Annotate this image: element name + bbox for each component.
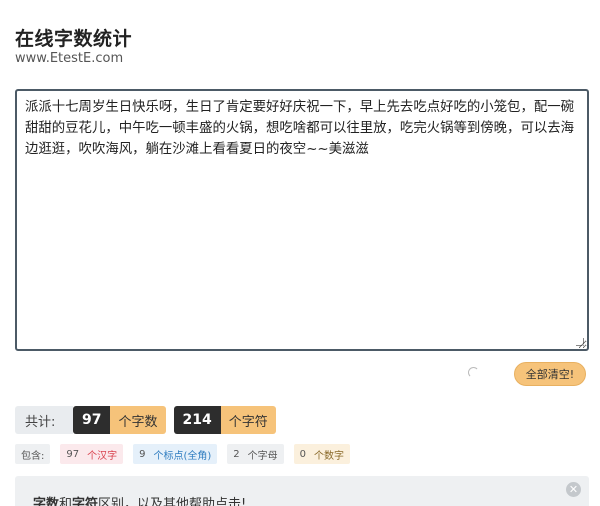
han-count-unit: 个汉字 <box>87 450 118 462</box>
page-title: 在线字数统计 <box>15 28 133 50</box>
help-panel[interactable]: 字数和字符区别，以及其他帮助点击! ✕ <box>15 476 589 506</box>
han-count-value: 97 <box>66 448 80 460</box>
totals-row: 共计: 97 个字数 214 个字符 <box>15 406 284 434</box>
clear-all-button[interactable]: 全部清空! <box>514 362 586 386</box>
help-conj: 和 <box>59 497 73 506</box>
char-count-unit: 个字数 <box>110 406 166 434</box>
letter-count-value: 2 <box>233 448 240 460</box>
symbol-count-badge: 214 个字符 <box>173 406 276 434</box>
help-text: 区别，以及其他帮助点击! <box>98 497 247 506</box>
loading-spinner-icon <box>468 367 479 378</box>
symbol-count-unit: 个字符 <box>220 406 276 434</box>
totals-label: 共计: <box>15 406 73 434</box>
digit-count-chip: 0 个数字 <box>293 444 351 464</box>
close-icon[interactable]: ✕ <box>566 482 581 497</box>
han-count-chip: 97 个汉字 <box>60 444 124 464</box>
char-count-badge: 97 个字数 <box>73 406 166 434</box>
text-input-area[interactable]: 派派十七周岁生日快乐呀，生日了肯定要好好庆祝一下，早上先去吃点好吃的小笼包，配一… <box>15 89 589 351</box>
help-term-symbols: 字符 <box>72 497 99 506</box>
digit-count-unit: 个数字 <box>314 450 345 462</box>
resize-handle[interactable] <box>576 338 584 346</box>
site-url: www.EtestE.com <box>15 51 124 66</box>
letter-count-unit: 个字母 <box>247 450 278 462</box>
help-term-chars: 字数 <box>33 497 60 506</box>
punct-count-unit: 个标点(全角) <box>153 450 212 462</box>
punct-count-chip: 9 个标点(全角) <box>133 444 218 464</box>
breakdown-row: 包含: 97 个汉字 9 个标点(全角) 2 个字母 0 个数字 <box>15 444 360 464</box>
breakdown-label: 包含: <box>15 444 51 464</box>
symbol-count-value: 214 <box>173 406 221 434</box>
editor-content: 派派十七周岁生日快乐呀，生日了肯定要好好庆祝一下，早上先去吃点好吃的小笼包，配一… <box>25 100 575 157</box>
digit-count-value: 0 <box>299 448 307 460</box>
letter-count-chip: 2 个字母 <box>227 444 284 464</box>
punct-count-value: 9 <box>139 448 146 460</box>
char-count-value: 97 <box>73 406 111 434</box>
